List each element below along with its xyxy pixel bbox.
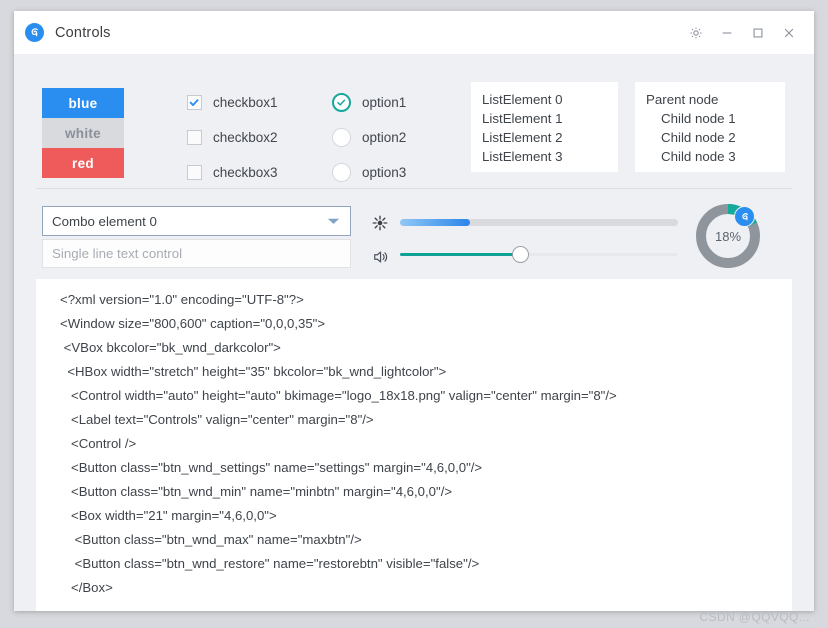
text-input-placeholder: Single line text control bbox=[52, 246, 183, 261]
option3-radio[interactable] bbox=[332, 163, 351, 182]
xml-line: <Button class="btn_wnd_min" name="minbtn… bbox=[60, 484, 453, 499]
checkbox3-box[interactable] bbox=[187, 165, 202, 180]
xml-line: <HBox width="stretch" height="35" bkcolo… bbox=[60, 364, 447, 379]
chevron-down-icon[interactable] bbox=[327, 217, 340, 226]
check-icon bbox=[189, 99, 199, 106]
checkbox1-box[interactable] bbox=[187, 95, 202, 110]
xml-line: <Button class="btn_wnd_settings" name="s… bbox=[60, 460, 483, 475]
option1-radio[interactable] bbox=[332, 93, 351, 112]
tree-child-item[interactable]: Child node 2 bbox=[635, 128, 785, 147]
xml-line: <Control width="auto" height="auto" bkim… bbox=[60, 388, 617, 403]
radio-group: option1 option2 option3 bbox=[332, 88, 406, 187]
minimize-button[interactable] bbox=[714, 20, 740, 46]
tree-root-item[interactable]: Parent node bbox=[635, 90, 785, 109]
blue-button[interactable]: blue bbox=[42, 88, 124, 118]
xml-line: </Box> bbox=[60, 580, 113, 595]
screenshot-root: Controls blue white red checkbox1 checkb… bbox=[0, 0, 828, 628]
maximize-icon bbox=[753, 28, 763, 37]
list-box[interactable]: ListElement 0 ListElement 1 ListElement … bbox=[471, 82, 618, 172]
app-logo-icon bbox=[734, 206, 755, 227]
blue-button-label: blue bbox=[68, 95, 98, 111]
red-button[interactable]: red bbox=[42, 148, 124, 178]
checkbox-group: checkbox1 checkbox2 checkbox3 bbox=[187, 88, 278, 187]
checkbox2-box[interactable] bbox=[187, 130, 202, 145]
volume-icon bbox=[370, 246, 392, 268]
window-buttons bbox=[678, 20, 814, 46]
checkbox1-label: checkbox1 bbox=[213, 95, 278, 110]
watermark: CSDN @QQVQQ... bbox=[699, 610, 810, 624]
volume-slider-knob[interactable] bbox=[511, 246, 529, 263]
close-button[interactable] bbox=[776, 20, 802, 46]
list-item[interactable]: ListElement 2 bbox=[471, 128, 618, 147]
white-button[interactable]: white bbox=[42, 118, 124, 148]
xml-line: <Control /> bbox=[60, 436, 137, 451]
radio-row-2[interactable]: option2 bbox=[332, 123, 406, 152]
maximize-button[interactable] bbox=[745, 20, 771, 46]
option2-radio[interactable] bbox=[332, 128, 351, 147]
volume-slider-fill bbox=[400, 253, 520, 256]
xml-line: <VBox bkcolor="bk_wnd_darkcolor"> bbox=[60, 340, 281, 355]
list-item[interactable]: ListElement 1 bbox=[471, 109, 618, 128]
single-line-text-input[interactable]: Single line text control bbox=[42, 239, 351, 268]
list-item[interactable]: ListElement 3 bbox=[471, 147, 618, 166]
app-window: Controls blue white red checkbox1 checkb… bbox=[14, 11, 814, 611]
title-bar: Controls bbox=[14, 11, 814, 54]
volume-slider[interactable] bbox=[400, 246, 678, 263]
circular-progress: 18% bbox=[693, 201, 763, 271]
combo-box-value: Combo element 0 bbox=[52, 213, 157, 229]
option1-label: option1 bbox=[362, 95, 407, 110]
xml-line: <Button class="btn_wnd_restore" name="re… bbox=[60, 556, 480, 571]
xml-line: <Button class="btn_wnd_max" name="maxbtn… bbox=[60, 532, 362, 547]
window-content: blue white red checkbox1 checkbox2 check… bbox=[14, 54, 814, 611]
tree-view[interactable]: Parent node Child node 1 Child node 2 Ch… bbox=[635, 82, 785, 172]
list-item[interactable]: ListElement 0 bbox=[471, 90, 618, 109]
controls-row-middle: Combo element 0 Single line text control bbox=[14, 189, 814, 279]
check-icon bbox=[337, 99, 346, 106]
settings-button[interactable] bbox=[683, 20, 709, 46]
checkbox-row-2[interactable]: checkbox2 bbox=[187, 123, 278, 152]
combo-box[interactable]: Combo element 0 bbox=[42, 206, 351, 236]
app-logo-icon bbox=[25, 23, 44, 42]
brightness-icon bbox=[369, 212, 391, 234]
gear-icon bbox=[690, 26, 702, 39]
brightness-progress-bar[interactable] bbox=[400, 219, 678, 226]
radio-row-1[interactable]: option1 bbox=[332, 88, 406, 117]
tree-child-item[interactable]: Child node 1 bbox=[635, 109, 785, 128]
checkbox-row-3[interactable]: checkbox3 bbox=[187, 158, 278, 187]
minimize-icon bbox=[722, 31, 732, 34]
tree-child-item[interactable]: Child node 3 bbox=[635, 147, 785, 166]
color-button-group: blue white red bbox=[42, 88, 124, 178]
close-icon bbox=[784, 28, 794, 37]
white-button-label: white bbox=[64, 125, 101, 141]
xml-line: <Window size="800,600" caption="0,0,0,35… bbox=[60, 316, 326, 331]
option2-label: option2 bbox=[362, 130, 407, 145]
xml-line: <Box width="21" margin="4,6,0,0"> bbox=[60, 508, 277, 523]
option3-label: option3 bbox=[362, 165, 407, 180]
window-title: Controls bbox=[55, 24, 111, 41]
checkbox3-label: checkbox3 bbox=[213, 165, 278, 180]
checkbox2-label: checkbox2 bbox=[213, 130, 278, 145]
red-button-label: red bbox=[72, 155, 94, 171]
xml-line: <?xml version="1.0" encoding="UTF-8"?> bbox=[60, 292, 304, 307]
radio-row-3[interactable]: option3 bbox=[332, 158, 406, 187]
controls-row-top: blue white red checkbox1 checkbox2 check… bbox=[14, 54, 814, 182]
checkbox-row-1[interactable]: checkbox1 bbox=[187, 88, 278, 117]
xml-source-panel: <?xml version="1.0" encoding="UTF-8"?> <… bbox=[36, 279, 792, 611]
xml-line: <Label text="Controls" valign="center" m… bbox=[60, 412, 374, 427]
brightness-progress-fill bbox=[400, 219, 470, 226]
